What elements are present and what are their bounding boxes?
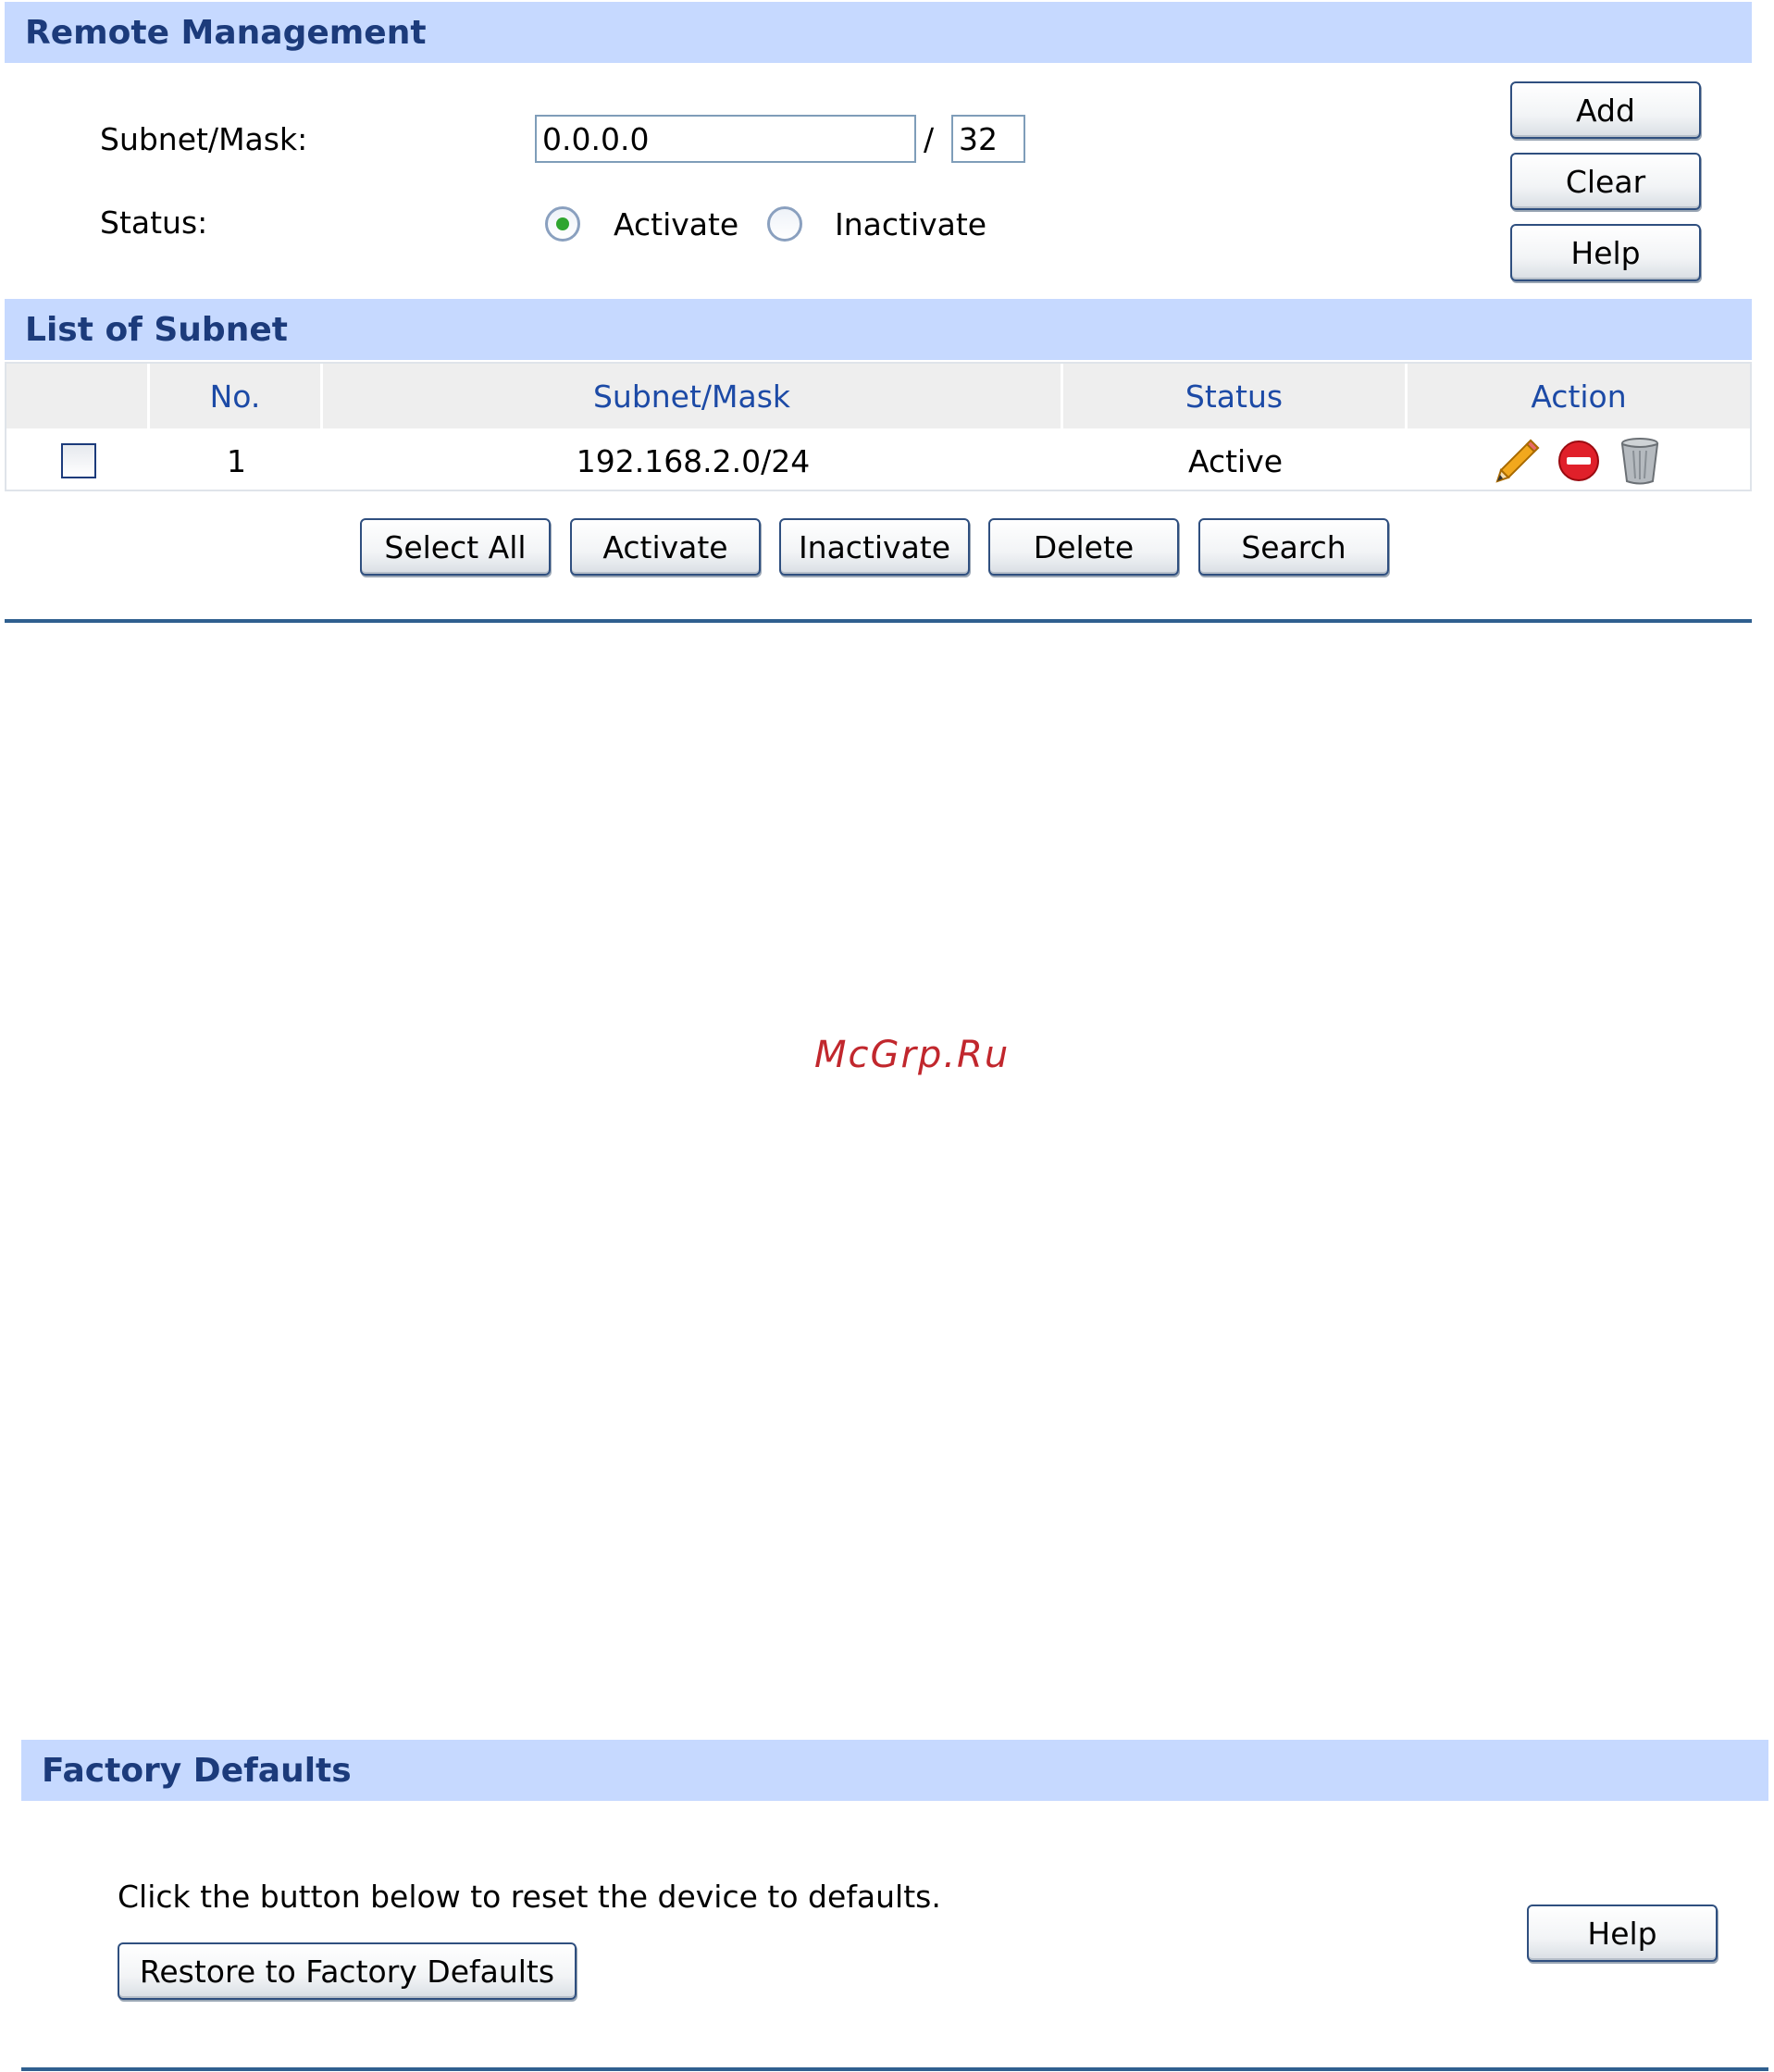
select-all-button[interactable]: Select All <box>360 518 551 576</box>
trash-icon[interactable] <box>1615 435 1665 487</box>
row-subnet-mask: 192.168.2.0/24 <box>576 442 811 479</box>
activate-option-label[interactable]: Activate <box>614 209 738 240</box>
factory-defaults-help-button[interactable]: Help <box>1527 1905 1718 1962</box>
row-actions <box>1408 430 1750 491</box>
help-button[interactable]: Help <box>1510 224 1701 281</box>
section-divider-bottom <box>21 2067 1768 2071</box>
remote-management-title: Remote Management <box>25 13 427 52</box>
section-divider-top <box>5 619 1752 623</box>
clear-button[interactable]: Clear <box>1510 153 1701 210</box>
factory-defaults-header: Factory Defaults <box>21 1740 1768 1801</box>
inactivate-option-label[interactable]: Inactivate <box>835 209 986 240</box>
search-button[interactable]: Search <box>1198 518 1389 576</box>
stop-icon[interactable] <box>1554 435 1604 487</box>
column-header-subnet-mask: Subnet/Mask <box>323 364 1063 428</box>
column-header-status: Status <box>1063 364 1408 428</box>
mask-input[interactable] <box>951 115 1025 163</box>
subnet-list-header: List of Subnet <box>5 299 1752 360</box>
radio-activate[interactable] <box>545 206 580 242</box>
subnet-mask-label: Subnet/Mask: <box>100 121 308 157</box>
watermark-text: McGrp.Ru <box>814 1034 1011 1076</box>
column-header-no: No. <box>150 364 323 428</box>
subnet-input[interactable] <box>535 115 916 163</box>
remote-management-header: Remote Management <box>5 2 1752 63</box>
add-button[interactable]: Add <box>1510 81 1701 139</box>
subnet-table: No. Subnet/Mask Status Action 1 192.168.… <box>5 362 1752 491</box>
radio-selected-dot <box>556 217 569 230</box>
factory-defaults-title: Factory Defaults <box>42 1751 352 1790</box>
table-header-row: No. Subnet/Mask Status Action <box>6 364 1750 428</box>
row-select-cell <box>6 430 150 491</box>
status-label: Status: <box>100 205 208 241</box>
delete-button[interactable]: Delete <box>988 518 1179 576</box>
subnet-list-title: List of Subnet <box>25 310 288 349</box>
radio-inactivate[interactable] <box>767 206 802 242</box>
inactivate-button[interactable]: Inactivate <box>779 518 970 576</box>
column-header-select <box>6 364 150 428</box>
row-status: Active <box>1187 442 1284 479</box>
row-checkbox[interactable] <box>60 443 96 478</box>
pencil-icon[interactable] <box>1493 435 1543 487</box>
restore-factory-defaults-button[interactable]: Restore to Factory Defaults <box>118 1942 577 2000</box>
activate-button[interactable]: Activate <box>570 518 761 576</box>
column-header-action: Action <box>1531 378 1627 415</box>
row-no: 1 <box>227 442 246 479</box>
subnet-mask-separator: / <box>924 121 935 157</box>
factory-defaults-description: Click the button below to reset the devi… <box>118 1879 941 1915</box>
